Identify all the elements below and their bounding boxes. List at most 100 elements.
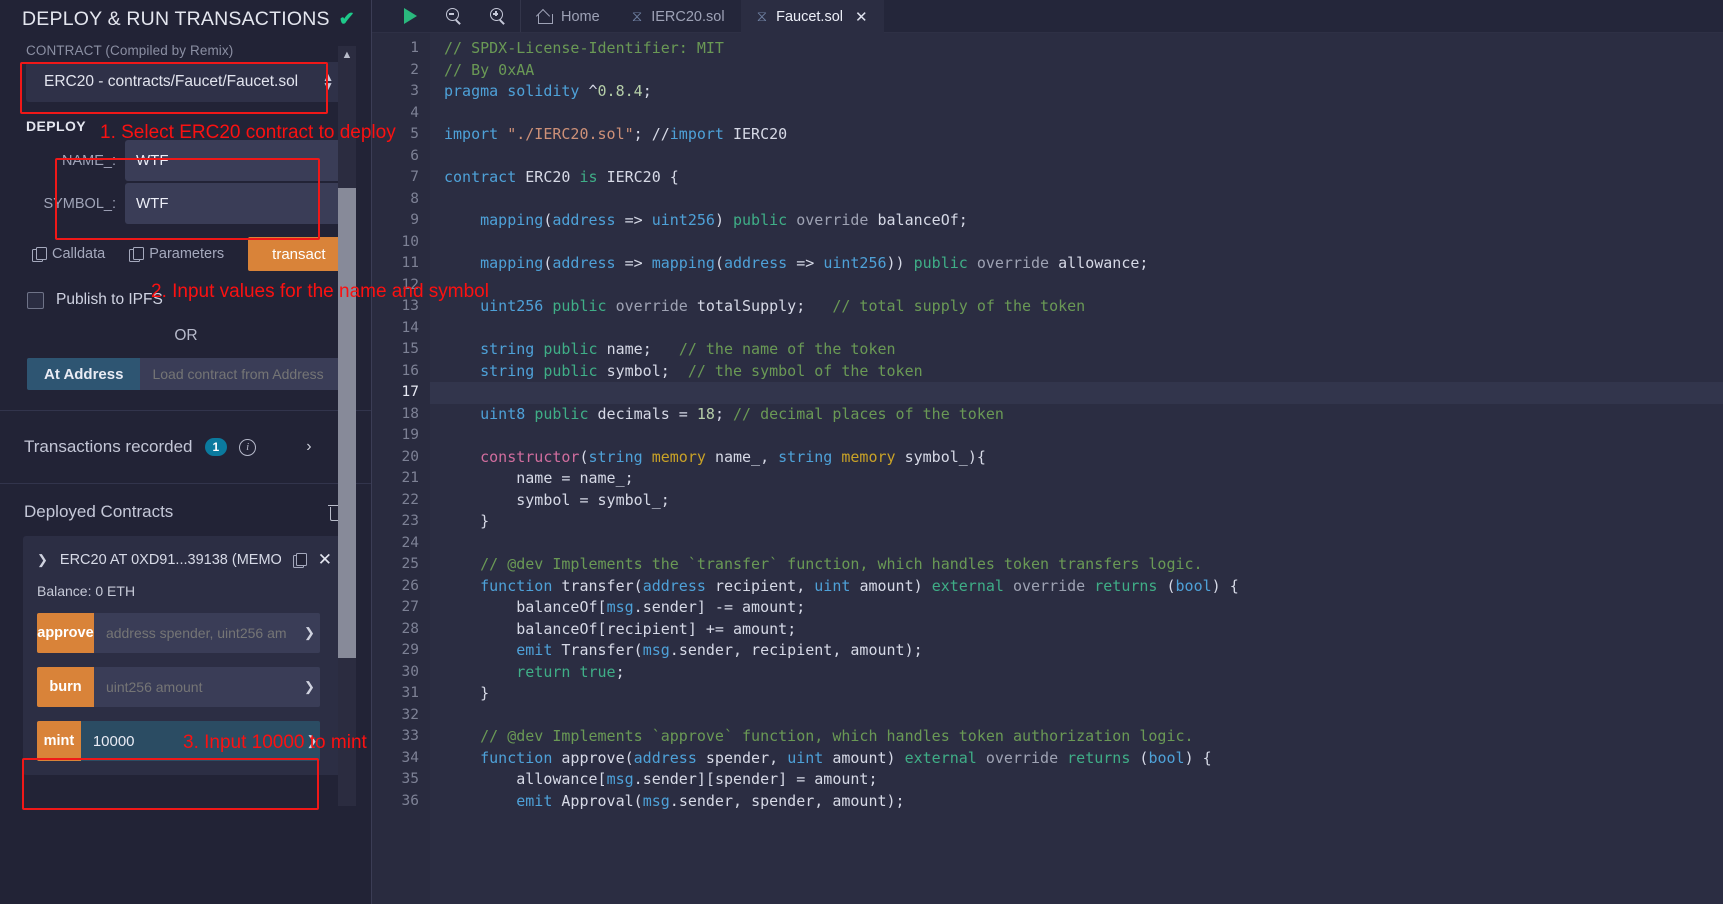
line-number: 11 (372, 253, 430, 275)
line-number: 25 (372, 554, 430, 576)
line-number: 4 (372, 103, 430, 125)
contract-select[interactable]: ERC20 - contracts/Faucet/Faucet.sol ▲▼ (26, 62, 346, 102)
code-line[interactable] (430, 103, 1723, 125)
code-line[interactable]: emit Transfer(msg.sender, recipient, amo… (430, 640, 1723, 662)
code-editor[interactable]: 1234567891011121314151617181920212223242… (372, 33, 1723, 904)
deploy-params: NAME_: SYMBOL_: (0, 134, 372, 224)
code-line[interactable]: balanceOf[recipient] += amount; (430, 619, 1723, 641)
name-input[interactable] (125, 140, 346, 181)
code-line[interactable] (430, 232, 1723, 254)
code-line[interactable]: function transfer(address recipient, uin… (430, 576, 1723, 598)
sidebar-scrollbar-thumb[interactable] (338, 188, 356, 658)
line-number-gutter: 1234567891011121314151617181920212223242… (372, 33, 430, 904)
code-line[interactable]: allowance[msg.sender][spender] = amount; (430, 769, 1723, 791)
line-number: 13 (372, 296, 430, 318)
line-number: 30 (372, 662, 430, 684)
code-line[interactable] (430, 318, 1723, 340)
tab-home[interactable]: Home (521, 0, 616, 33)
code-line[interactable]: symbol = symbol_; (430, 490, 1723, 512)
line-number: 36 (372, 791, 430, 813)
deploy-actions: Calldata Parameters transact (0, 226, 372, 271)
copy-icon (129, 247, 142, 262)
close-icon[interactable]: ✕ (318, 550, 332, 570)
code-line[interactable]: string public name; // the name of the t… (430, 339, 1723, 361)
chevron-right-icon[interactable]: › (306, 438, 311, 456)
deployed-contract-header[interactable]: ❯ ERC20 AT 0XD91...39138 (MEMO ✕ (23, 546, 346, 570)
line-number: 22 (372, 490, 430, 512)
burn-button[interactable]: burn (37, 667, 94, 707)
code-line[interactable]: uint8 public decimals = 18; // decimal p… (430, 404, 1723, 426)
code-line[interactable]: mapping(address => mapping(address => ui… (430, 253, 1723, 275)
code-line[interactable] (430, 275, 1723, 297)
tab-faucet-sol[interactable]: ⧖ Faucet.sol ✕ (741, 0, 884, 33)
copy-icon[interactable] (293, 553, 306, 568)
code-line[interactable] (430, 533, 1723, 555)
chevron-down-icon[interactable]: ❯ (37, 552, 48, 568)
code-line[interactable]: pragma solidity ^0.8.4; (430, 81, 1723, 103)
code-line[interactable]: // By 0xAA (430, 60, 1723, 82)
publish-ipfs-checkbox[interactable] (27, 292, 44, 309)
code-line[interactable]: string public symbol; // the symbol of t… (430, 361, 1723, 383)
zoom-out-icon[interactable] (432, 0, 476, 33)
code-line[interactable]: function approve(address spender, uint a… (430, 748, 1723, 770)
calldata-button[interactable]: Calldata (32, 246, 105, 262)
function-row-approve: approve ❯ (37, 613, 320, 653)
transactions-recorded-count: 1 (205, 438, 228, 456)
code-line[interactable] (430, 146, 1723, 168)
code-line[interactable]: mapping(address => uint256) public overr… (430, 210, 1723, 232)
close-icon[interactable]: ✕ (855, 8, 868, 26)
scroll-up-icon[interactable]: ▲ (338, 46, 356, 64)
chevron-down-icon[interactable]: ❯ (299, 613, 320, 653)
chevron-down-icon[interactable]: ❯ (304, 721, 320, 761)
publish-ipfs-row[interactable]: Publish to IPFS (0, 271, 372, 309)
code-line[interactable]: // @dev Implements the `transfer` functi… (430, 554, 1723, 576)
line-number: 12 (372, 275, 430, 297)
code-lines[interactable]: // SPDX-License-Identifier: MIT// By 0xA… (430, 33, 1723, 904)
transact-button[interactable]: transact (248, 237, 349, 271)
line-number: 19 (372, 425, 430, 447)
tab-ierc20-sol[interactable]: ⧖ IERC20.sol (616, 0, 741, 33)
approve-button[interactable]: approve (37, 613, 94, 653)
code-line[interactable]: } (430, 683, 1723, 705)
at-address-button[interactable]: At Address (27, 358, 140, 390)
line-number: 33 (372, 726, 430, 748)
code-line[interactable]: import "./IERC20.sol"; //import IERC20 (430, 124, 1723, 146)
code-line[interactable]: emit Approval(msg.sender, spender, amoun… (430, 791, 1723, 813)
transactions-recorded-row[interactable]: Transactions recorded 1 i › (0, 411, 372, 483)
copy-icon (32, 247, 45, 262)
code-line[interactable]: name = name_; (430, 468, 1723, 490)
symbol-input[interactable] (125, 183, 346, 224)
code-line[interactable]: return true; (430, 662, 1723, 684)
line-number: 8 (372, 189, 430, 211)
solidity-icon: ⧖ (757, 8, 768, 25)
at-address-input[interactable] (140, 358, 346, 390)
code-line[interactable] (430, 189, 1723, 211)
code-line[interactable] (430, 382, 1723, 404)
deploy-run-panel: DEPLOY & RUN TRANSACTIONS ✔ › CONTRACT (… (0, 0, 372, 904)
editor-area: Home ⧖ IERC20.sol ⧖ Faucet.sol ✕ 1234567… (372, 0, 1723, 904)
panel-title-text: DEPLOY & RUN TRANSACTIONS (22, 8, 330, 31)
mint-button[interactable]: mint (37, 721, 81, 761)
code-line[interactable] (430, 425, 1723, 447)
info-icon[interactable]: i (239, 439, 256, 456)
run-icon[interactable] (388, 0, 432, 33)
spinner-updown-icon[interactable]: ▲▼ (322, 73, 334, 91)
line-number: 2 (372, 60, 430, 82)
mint-input[interactable] (81, 721, 304, 761)
code-line[interactable]: uint256 public override totalSupply; // … (430, 296, 1723, 318)
burn-input[interactable] (94, 667, 299, 707)
parameters-button[interactable]: Parameters (129, 246, 224, 262)
code-line[interactable]: // @dev Implements `approve` function, w… (430, 726, 1723, 748)
code-line[interactable]: balanceOf[msg.sender] -= amount; (430, 597, 1723, 619)
code-line[interactable]: contract ERC20 is IERC20 { (430, 167, 1723, 189)
approve-input[interactable] (94, 613, 299, 653)
code-line[interactable]: } (430, 511, 1723, 533)
zoom-in-icon[interactable] (476, 0, 520, 33)
code-line[interactable]: constructor(string memory name_, string … (430, 447, 1723, 469)
home-icon (537, 10, 552, 23)
line-number: 7 (372, 167, 430, 189)
chevron-down-icon[interactable]: ❯ (299, 667, 320, 707)
code-line[interactable] (430, 705, 1723, 727)
line-number: 34 (372, 748, 430, 770)
code-line[interactable]: // SPDX-License-Identifier: MIT (430, 38, 1723, 60)
